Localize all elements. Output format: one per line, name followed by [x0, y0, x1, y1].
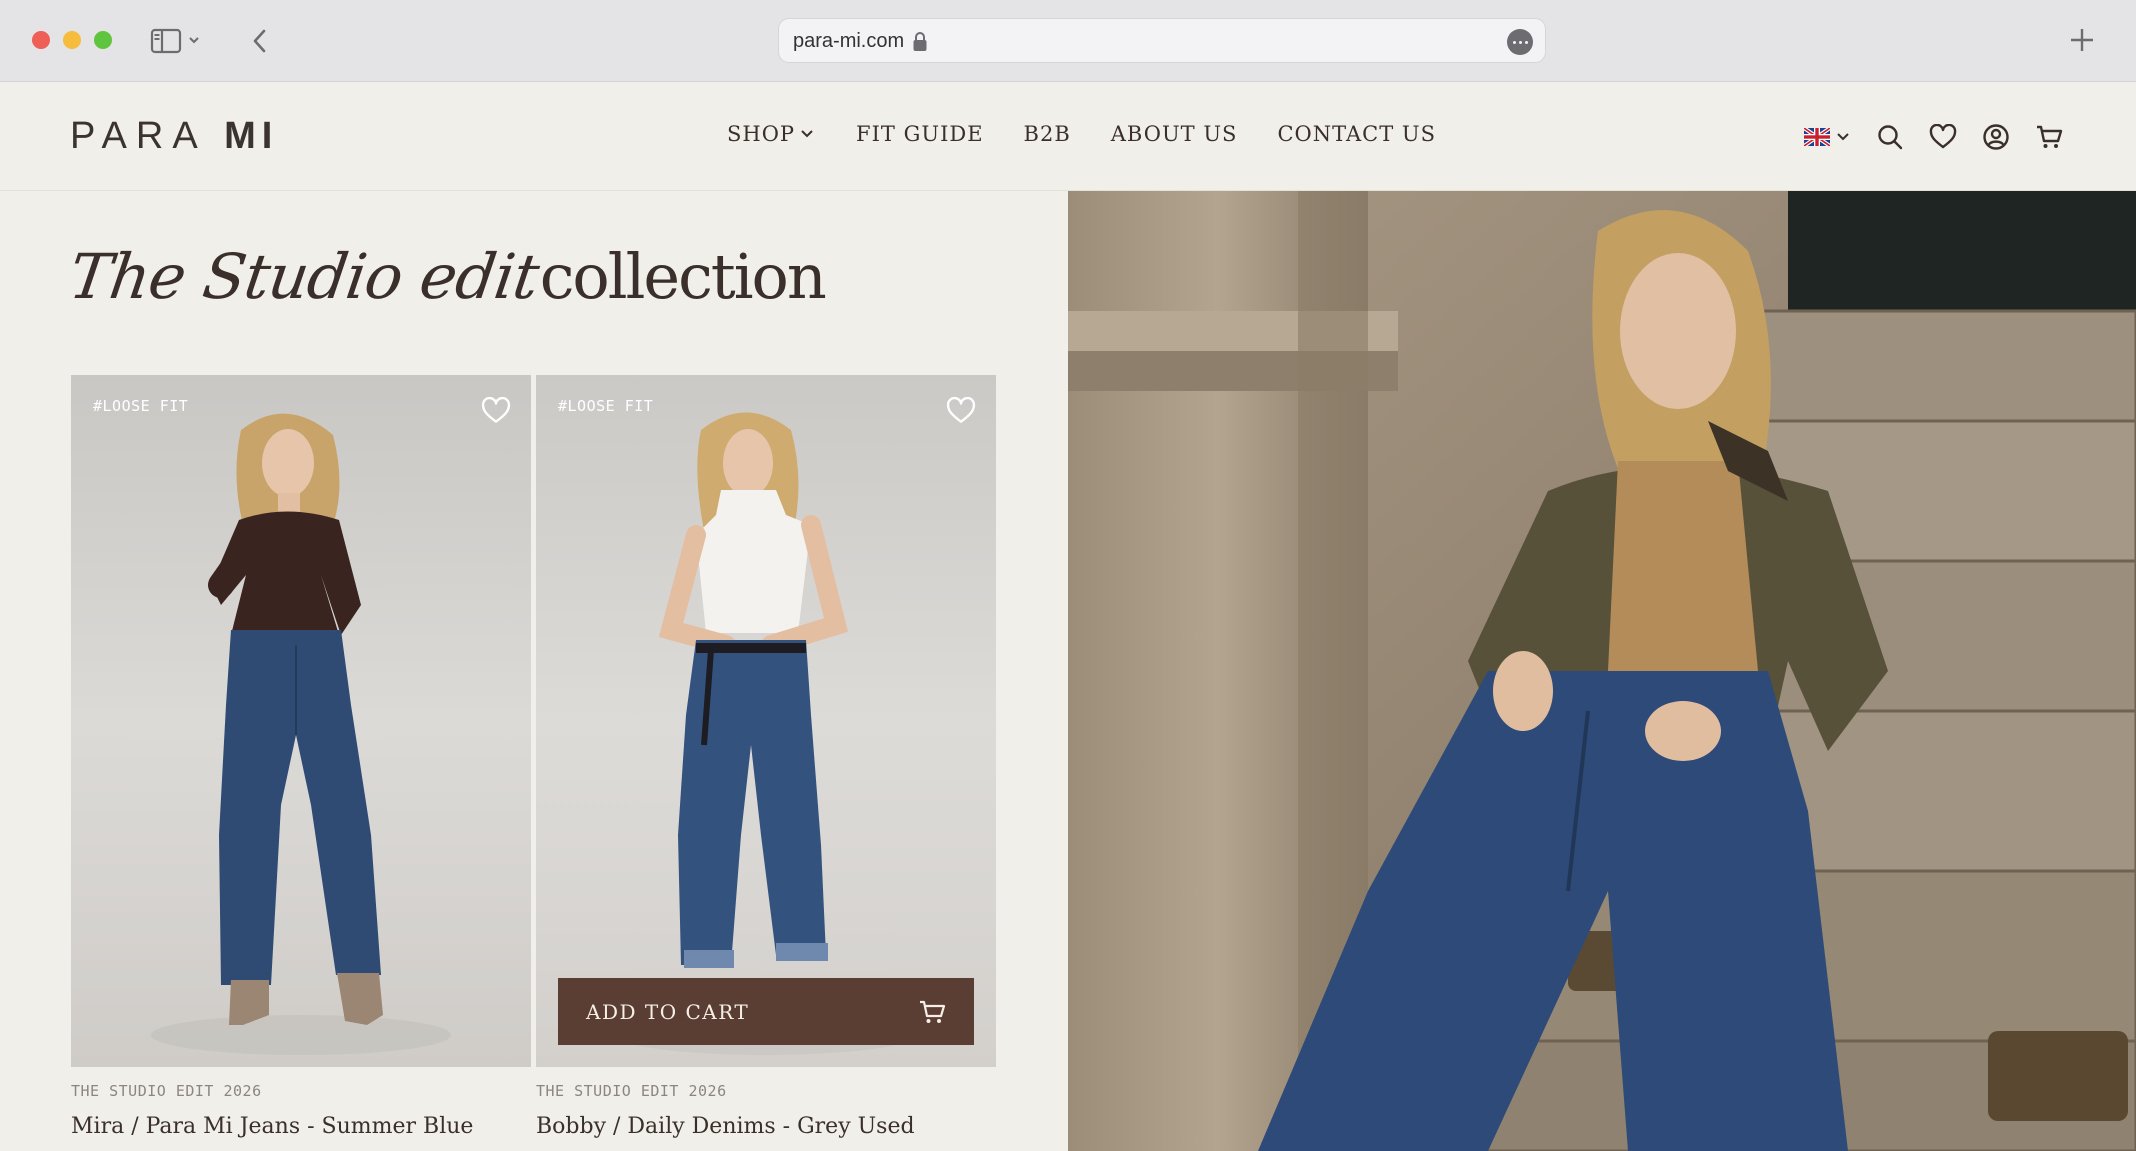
lock-icon: [913, 32, 927, 51]
nav-label: CONTACT US: [1277, 122, 1436, 146]
logo-text: PARA: [70, 115, 205, 157]
heart-icon: [1929, 124, 1957, 149]
cart-icon: [920, 1000, 946, 1023]
model-photo: [616, 412, 916, 1055]
dot-icon: [1524, 40, 1528, 44]
nav-label: SHOP: [727, 122, 796, 146]
minimize-window-button[interactable]: [63, 31, 81, 49]
new-tab-button[interactable]: [2064, 22, 2100, 58]
add-to-wishlist-button[interactable]: [481, 396, 511, 427]
nav-shop[interactable]: SHOP: [727, 122, 814, 146]
close-window-button[interactable]: [32, 31, 50, 49]
logo-text-bold: MI: [224, 115, 279, 157]
cart-icon: [2037, 125, 2063, 148]
lifestyle-image: [1068, 191, 2136, 1151]
site-header: PARA MI SHOP FIT GUIDE B2B ABOUT US CONT…: [0, 82, 2136, 191]
product-collection: THE STUDIO EDIT 2026: [536, 1082, 727, 1100]
dot-icon: [1518, 40, 1522, 44]
site-logo[interactable]: PARA MI: [70, 115, 278, 158]
product-collection: THE STUDIO EDIT 2026: [71, 1082, 262, 1100]
wishlist-button[interactable]: [1926, 120, 1960, 154]
add-to-wishlist-button[interactable]: [946, 396, 976, 427]
back-button[interactable]: [244, 25, 276, 57]
account-button[interactable]: [1979, 120, 2013, 154]
nav-about-us[interactable]: ABOUT US: [1111, 122, 1238, 146]
nav-label: FIT GUIDE: [856, 122, 984, 146]
plus-icon: [2071, 29, 2093, 51]
nav-b2b[interactable]: B2B: [1024, 122, 1071, 146]
add-to-cart-label: ADD TO CART: [586, 999, 750, 1024]
heading-serif-text: collection: [539, 240, 827, 313]
dot-icon: [1512, 40, 1516, 44]
hero-lifestyle-photo: [1068, 191, 2136, 1151]
chevron-left-icon: [253, 29, 266, 53]
chevron-down-icon: [801, 130, 813, 138]
url-text: para-mi.com: [793, 30, 905, 52]
product-card-image[interactable]: #LOOSE FIT ADD TO CART: [536, 375, 996, 1067]
page-menu-button[interactable]: [1507, 29, 1533, 55]
product-info: THE STUDIO EDIT 2026 Mira / Para Mi Jean…: [71, 1082, 473, 1139]
add-to-cart-button[interactable]: ADD TO CART: [558, 978, 974, 1045]
header-actions: [1804, 120, 2066, 154]
fit-tag: #LOOSE FIT: [558, 397, 654, 415]
search-icon: [1878, 125, 1903, 150]
address-bar[interactable]: para-mi.com: [778, 18, 1546, 63]
browser-toolbar: para-mi.com: [0, 0, 2136, 82]
main-nav: SHOP FIT GUIDE B2B ABOUT US CONTACT US: [727, 122, 1436, 146]
model-photo: [151, 413, 451, 1055]
heart-icon: [946, 396, 976, 423]
nav-label: B2B: [1023, 122, 1071, 146]
nav-fit-guide[interactable]: FIT GUIDE: [856, 122, 983, 146]
search-button[interactable]: [1873, 120, 1907, 154]
user-icon: [1983, 124, 2009, 150]
language-selector[interactable]: [1804, 128, 1850, 146]
nav-contact-us[interactable]: CONTACT US: [1277, 122, 1436, 146]
product-card-image[interactable]: #LOOSE FIT: [71, 375, 531, 1067]
sidebar-icon: [150, 28, 199, 54]
fit-tag: #LOOSE FIT: [93, 397, 189, 415]
nav-label: ABOUT US: [1110, 122, 1238, 146]
sidebar-toggle-button[interactable]: [150, 25, 202, 57]
cart-button[interactable]: [2032, 120, 2066, 154]
collection-heading: The Studio edit collection: [65, 240, 827, 340]
chevron-down-icon: [1837, 133, 1849, 141]
zoom-window-button[interactable]: [94, 31, 112, 49]
uk-flag-icon: [1804, 128, 1830, 146]
heading-script-text: The Studio edit: [64, 240, 543, 313]
product-info: THE STUDIO EDIT 2026 Bobby / Daily Denim…: [536, 1082, 915, 1139]
product-name-link[interactable]: Bobby / Daily Denims - Grey Used: [536, 1114, 915, 1139]
product-name-link[interactable]: Mira / Para Mi Jeans - Summer Blue: [71, 1114, 473, 1139]
heart-icon: [481, 396, 511, 423]
